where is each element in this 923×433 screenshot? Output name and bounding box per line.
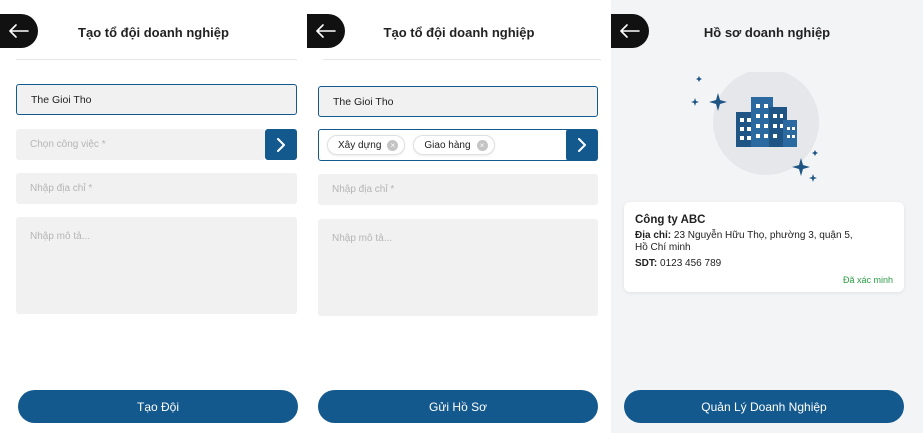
job-tags-field[interactable]: Xây dựng × Giao hàng × [318,129,576,161]
description-input[interactable]: Nhập mô tả... [16,217,297,314]
header-divider [16,59,297,60]
page-title: Hồ sơ doanh nghiệp [703,25,831,40]
submit-profile-button[interactable]: Gửi Hồ Sơ [318,390,598,423]
verified-badge: Đã xác minh [842,275,893,285]
team-name-input[interactable]: The Gioi Tho [16,84,297,115]
job-tag-chip[interactable]: Giao hàng × [413,135,495,155]
chevron-right-icon [277,137,285,152]
job-tag-label: Giao hàng [424,139,471,151]
create-team-screen: Tạo tổ đội doanh nghiệp The Gioi Tho Chọ… [0,0,307,433]
team-name-input[interactable]: The Gioi Tho [318,86,598,117]
sparkle-icon [809,174,817,182]
job-next-button[interactable] [566,129,598,161]
job-next-button[interactable] [265,129,297,160]
create-team-button[interactable]: Tạo Đội [18,390,298,423]
job-select[interactable]: Chọn công việc * [16,129,265,160]
buildings-icon [691,72,819,182]
sparkle-icon [696,76,702,82]
job-tag-chip[interactable]: Xây dựng × [327,135,406,155]
job-tag-label: Xây dựng [338,139,382,151]
header-divider [323,59,601,60]
close-circle-icon[interactable]: × [476,139,488,151]
company-card[interactable]: Công ty ABC Địa chỉ: 23 Nguyễn Hữu Thọ, … [624,202,904,292]
company-phone: SDT: 0123 456 789 [635,258,722,269]
chevron-right-icon [578,138,586,152]
description-input[interactable]: Nhập mô tả... [318,219,598,316]
sparkle-icon [812,150,818,156]
sparkle-icon [691,98,699,106]
address-input[interactable]: Nhập địa chỉ * [318,174,598,205]
page-title: Tạo tổ đội doanh nghiệp [383,25,535,40]
manage-business-button[interactable]: Quản Lý Doanh Nghiệp [624,390,904,423]
submit-profile-screen: Tạo tổ đội doanh nghiệp The Gioi Tho Xây… [307,0,611,433]
close-circle-icon[interactable]: × [387,139,399,151]
business-profile-screen: Hồ sơ doanh nghiệp Công ty ABC Địa chỉ: … [611,0,923,433]
company-address: Địa chỉ: 23 Nguyễn Hữu Thọ, phường 3, qu… [635,230,853,253]
page-title: Tạo tổ đội doanh nghiệp [78,25,229,40]
address-input[interactable]: Nhập địa chỉ * [16,173,297,204]
company-name: Công ty ABC [635,214,706,226]
